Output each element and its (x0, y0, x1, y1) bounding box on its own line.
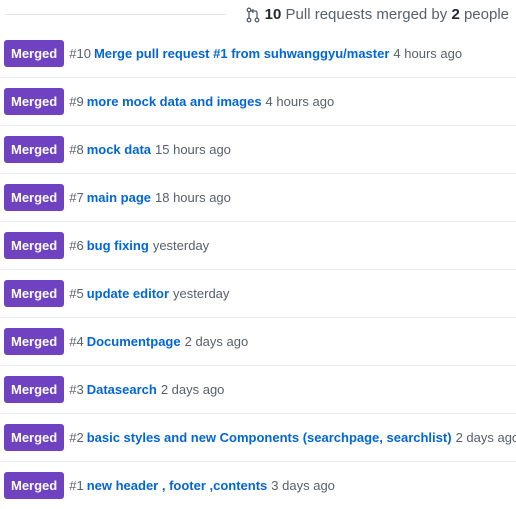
merged-badge: Merged (4, 376, 65, 403)
list-item: Merged #2 basic styles and new Component… (0, 414, 516, 462)
merged-badge: Merged (4, 232, 65, 259)
pr-number: #5 (69, 286, 84, 301)
pr-title-link[interactable]: main page (87, 190, 151, 205)
header-divider (5, 14, 226, 15)
pr-title-link[interactable]: new header , footer ,contents (87, 478, 268, 493)
list-item: Merged #7 main page 18 hours ago (0, 174, 516, 222)
pr-title-link[interactable]: basic styles and new Components (searchp… (87, 430, 452, 445)
list-item: Merged #1 new header , footer ,contents … (0, 462, 516, 509)
summary-text-end: people (463, 6, 509, 23)
pr-number: #1 (69, 478, 84, 493)
pull-request-list: Merged #10 Merge pull request #1 from su… (0, 30, 516, 509)
list-item: Merged #4 Documentpage 2 days ago (0, 318, 516, 366)
pr-time: yesterday (152, 238, 210, 253)
pr-number: #2 (69, 430, 84, 445)
list-item: Merged #9 more mock data and images 4 ho… (0, 78, 516, 126)
pr-time: 15 hours ago (155, 142, 231, 157)
pr-title-link[interactable]: mock data (87, 142, 151, 157)
pr-time: 3 days ago (271, 478, 335, 493)
merged-badge: Merged (4, 472, 65, 499)
git-pull-request-icon (246, 7, 260, 22)
people-count: 2 (451, 6, 460, 23)
pr-number: #8 (69, 142, 84, 157)
merged-badge: Merged (4, 88, 65, 115)
pr-time: 2 days ago (455, 430, 516, 445)
pr-time: yesterday (173, 286, 230, 301)
pr-title-link[interactable]: Datasearch (87, 382, 157, 397)
merged-badge: Merged (4, 424, 65, 451)
pr-time: 18 hours ago (155, 190, 231, 205)
list-item: Merged #8 mock data 15 hours ago (0, 126, 516, 174)
merged-badge: Merged (4, 40, 65, 67)
list-item: Merged #6 bug fixing yesterday (0, 222, 516, 270)
merged-summary-header: 10 Pull requests merged by 2 people (0, 0, 516, 30)
pr-number: #10 (69, 46, 91, 61)
pr-title-link[interactable]: Merge pull request #1 from suhwanggyu/ma… (94, 46, 389, 61)
merged-badge: Merged (4, 328, 65, 355)
pr-number: #7 (69, 190, 84, 205)
pr-time: 2 days ago (184, 334, 249, 349)
pr-number: #9 (69, 94, 84, 109)
pr-number: #4 (69, 334, 84, 349)
list-item: Merged #5 update editor yesterday (0, 270, 516, 318)
pr-title-link[interactable]: Documentpage (87, 334, 181, 349)
merged-badge: Merged (4, 136, 65, 163)
pr-time: 2 days ago (160, 382, 225, 397)
pr-title-link[interactable]: more mock data and images (87, 94, 262, 109)
pr-time: 4 hours ago (393, 46, 463, 61)
pr-number: #6 (69, 238, 84, 253)
pr-number: #3 (69, 382, 84, 397)
list-item: Merged #10 Merge pull request #1 from su… (0, 30, 516, 78)
merged-summary: 10 Pull requests merged by 2 people (246, 6, 509, 23)
list-item: Merged #3 Datasearch 2 days ago (0, 366, 516, 414)
summary-text: Pull requests merged by (285, 6, 448, 23)
merged-count: 10 (264, 6, 282, 23)
pr-title-link[interactable]: bug fixing (87, 238, 149, 253)
pr-time: 4 hours ago (265, 94, 335, 109)
pr-title-link[interactable]: update editor (87, 286, 169, 301)
merged-badge: Merged (4, 280, 65, 307)
merged-badge: Merged (4, 184, 65, 211)
